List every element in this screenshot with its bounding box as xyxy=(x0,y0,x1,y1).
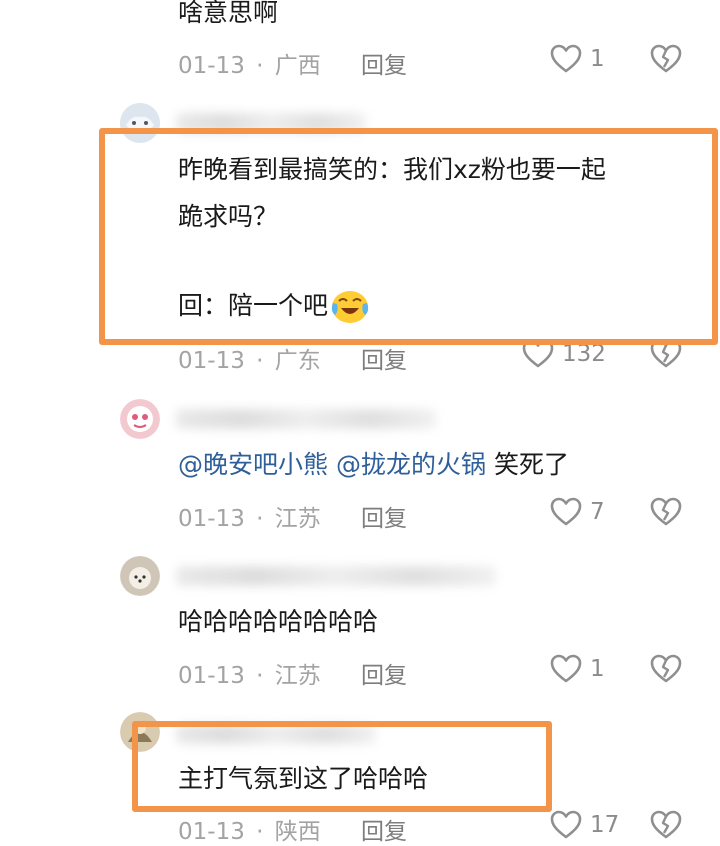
like-count: 1 xyxy=(590,656,605,682)
reply-button[interactable]: 回复 xyxy=(361,812,407,846)
comment-date: 01-13 xyxy=(178,53,245,79)
reply-button[interactable]: 回复 xyxy=(361,656,407,690)
broken-heart-icon xyxy=(650,810,682,839)
avatar[interactable] xyxy=(120,556,160,596)
heart-outline-icon xyxy=(550,497,582,526)
meta-separator: · xyxy=(256,53,264,79)
heart-outline-icon xyxy=(550,654,582,683)
broken-heart-icon xyxy=(650,497,682,526)
like-button[interactable]: 17 xyxy=(550,810,619,840)
comment-meta: 01-13 · 江苏 xyxy=(178,656,321,690)
heart-outline-icon xyxy=(550,44,582,73)
comment-date: 01-13 xyxy=(178,819,245,845)
highlight-box xyxy=(99,128,718,345)
mention-link[interactable]: @拢龙的火锅 xyxy=(336,450,486,479)
like-button[interactable]: 7 xyxy=(550,497,605,527)
mention-link[interactable]: @晚安吧小熊 xyxy=(178,450,328,479)
comment-date: 01-13 xyxy=(178,663,245,689)
like-count: 7 xyxy=(590,499,605,525)
like-button[interactable]: 1 xyxy=(550,654,605,684)
dislike-button[interactable] xyxy=(650,497,682,527)
like-button[interactable]: 1 xyxy=(550,44,605,74)
highlight-box xyxy=(132,721,552,812)
reply-button[interactable]: 回复 xyxy=(361,499,407,533)
comment-body: 笑死了 xyxy=(493,450,569,479)
meta-separator: · xyxy=(256,819,264,845)
meta-separator: · xyxy=(256,506,264,532)
comment-meta: 01-13 · 广西 xyxy=(178,46,321,80)
avatar[interactable] xyxy=(120,399,160,439)
reply-button[interactable]: 回复 xyxy=(361,341,407,375)
comment-location: 江苏 xyxy=(274,506,321,532)
comment-location: 江苏 xyxy=(274,663,321,689)
avatar-image xyxy=(120,556,160,596)
comment-location: 陕西 xyxy=(274,819,321,845)
comment-meta: 01-13 · 广东 xyxy=(178,341,321,375)
comment-meta: 01-13 · 江苏 xyxy=(178,499,321,533)
dislike-button[interactable] xyxy=(650,810,682,840)
like-count: 1 xyxy=(590,46,605,72)
comment-text: 哈哈哈哈哈哈哈哈 xyxy=(178,607,379,636)
broken-heart-icon xyxy=(650,44,682,73)
meta-separator: · xyxy=(256,348,264,374)
avatar-image xyxy=(120,399,160,439)
comment-date: 01-13 xyxy=(178,348,245,374)
meta-separator: · xyxy=(256,663,264,689)
comment-text: 啥意思啊 xyxy=(178,0,279,27)
comment-location: 广西 xyxy=(274,53,321,79)
username-blurred[interactable] xyxy=(176,409,436,429)
broken-heart-icon xyxy=(650,654,682,683)
comment-date: 01-13 xyxy=(178,506,245,532)
like-count: 17 xyxy=(590,812,620,838)
comment-text: @晚安吧小熊 @拢龙的火锅 笑死了 xyxy=(178,445,569,485)
username-blurred[interactable] xyxy=(176,566,496,586)
dislike-button[interactable] xyxy=(650,654,682,684)
comment-meta: 01-13 · 陕西 xyxy=(178,812,321,846)
reply-button[interactable]: 回复 xyxy=(361,46,407,80)
heart-outline-icon xyxy=(550,810,582,839)
dislike-button[interactable] xyxy=(650,44,682,74)
comment-location: 广东 xyxy=(274,348,321,374)
